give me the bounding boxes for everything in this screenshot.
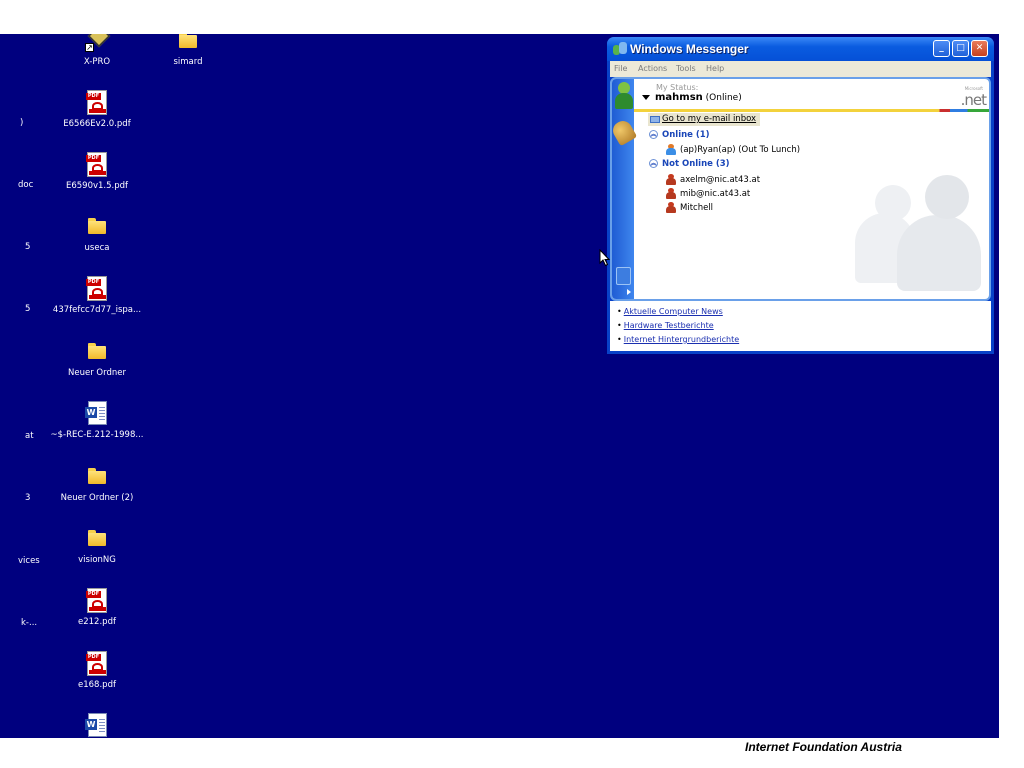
desktop-icon-label: ~$-REC-E.212-1998... <box>50 430 144 440</box>
desktop-icon-label: Neuer Ordner <box>68 368 126 378</box>
contact-mib[interactable]: mib@nic.at43.at <box>666 188 750 199</box>
expand-tabs-icon[interactable] <box>627 289 631 295</box>
contacts-panel: My Status: mahmsn (Online) Microsoft .ne… <box>610 77 991 301</box>
my-status-label: My Status: <box>656 83 699 92</box>
status-selector[interactable]: mahmsn (Online) <box>642 92 742 103</box>
desktop-label-fragment[interactable]: 5 <box>25 304 30 314</box>
folder-icon <box>172 34 204 54</box>
desktop-icon-neuer-ordner[interactable]: Neuer Ordner <box>42 337 152 378</box>
desktop-label-fragment[interactable]: vices <box>18 556 40 566</box>
pdf-icon: PDF <box>81 274 113 302</box>
news-link-hardware[interactable]: Hardware Testberichte <box>617 321 714 330</box>
email-inbox-link[interactable]: Go to my e-mail inbox <box>648 113 761 126</box>
word-document-icon: W <box>81 711 113 738</box>
pdf-icon: PDF <box>81 586 113 614</box>
news-link-internet[interactable]: Internet Hintergrundberichte <box>617 335 739 344</box>
contact-ryan[interactable]: (ap)Ryan(ap) (Out To Lunch) <box>666 144 800 155</box>
desktop-icon-label: e212.pdf <box>78 617 116 627</box>
desktop-icon-e212[interactable]: PDF e212.pdf <box>42 586 152 627</box>
pdf-icon: PDF <box>81 88 113 116</box>
buddy-offline-icon <box>666 202 676 213</box>
username: mahmsn <box>655 92 703 103</box>
title-bar[interactable]: Windows Messenger _ □ ✕ <box>607 37 994 61</box>
messenger-tab-icon[interactable] <box>616 267 631 285</box>
messenger-buddies-icon <box>613 42 627 56</box>
desktop-icon-neuer-ordner-2[interactable]: Neuer Ordner (2) <box>42 462 152 503</box>
envelope-icon <box>650 116 660 123</box>
minimize-button[interactable]: _ <box>933 40 950 57</box>
window-title: Windows Messenger <box>630 42 749 56</box>
buddy-away-icon <box>666 144 676 155</box>
desktop-icon-useca[interactable]: useca <box>42 212 152 253</box>
desktop-icon-e6590[interactable]: PDF E6590v1.5.pdf <box>42 150 152 191</box>
pdf-icon: PDF <box>81 649 113 677</box>
desktop-icon-label: useca <box>84 243 110 253</box>
desktop-icon-rec-e212[interactable]: W ~$-REC-E.212-1998... <box>42 399 152 440</box>
desktop-label-fragment[interactable]: at <box>25 431 34 441</box>
group-online[interactable]: ︽ Online (1) <box>649 130 710 140</box>
desktop-icon-e6566[interactable]: PDF E6566Ev2.0.pdf <box>42 88 152 129</box>
messenger-window: Windows Messenger _ □ ✕ File Actions Too… <box>607 37 994 354</box>
buddies-watermark-icon <box>855 175 985 295</box>
desktop-label-fragment[interactable]: doc <box>18 180 33 190</box>
close-button[interactable]: ✕ <box>971 40 988 57</box>
online-status: (Online) <box>705 93 742 103</box>
tab-strip <box>612 79 638 299</box>
buddy-offline-icon <box>666 188 676 199</box>
pdf-icon: PDF <box>81 150 113 178</box>
chevron-down-icon <box>642 95 650 100</box>
desktop-icon-label: visionNG <box>78 555 116 565</box>
mouse-cursor-icon <box>599 249 611 267</box>
news-link-computer[interactable]: Aktuelle Computer News <box>617 307 723 316</box>
menu-file[interactable]: File <box>614 64 627 73</box>
group-not-online[interactable]: ︽ Not Online (3) <box>649 159 730 169</box>
desktop-icon-label: E6590v1.5.pdf <box>65 181 129 191</box>
desktop-icon-label: Neuer Ordner (2) <box>60 493 134 503</box>
desktop-icon-simard[interactable]: simard <box>133 34 243 67</box>
folder-icon <box>81 212 113 240</box>
desktop-icon-e168[interactable]: PDF e168.pdf <box>42 649 152 690</box>
footer-caption: Internet Foundation Austria <box>745 740 902 754</box>
xpro-shortcut-icon: ↗ <box>81 34 113 54</box>
menu-help[interactable]: Help <box>706 64 724 73</box>
user-avatar-icon[interactable] <box>615 82 633 112</box>
contact-mitchell[interactable]: Mitchell <box>666 202 713 213</box>
folder-icon <box>81 337 113 365</box>
folder-icon <box>81 524 113 552</box>
desktop-label-fragment[interactable]: 3 <box>25 493 30 503</box>
menu-bar: File Actions Tools Help <box>610 61 991 77</box>
maximize-button[interactable]: □ <box>952 40 969 57</box>
alerts-bell-icon[interactable] <box>612 117 638 147</box>
contact-axelm[interactable]: axelm@nic.at43.at <box>666 174 760 185</box>
desktop-label-fragment[interactable]: ) <box>20 118 23 128</box>
word-document-icon: W <box>81 399 113 427</box>
desktop-icon-437fefcc[interactable]: PDF 437fefcc7d77_ispa... <box>42 274 152 315</box>
desktop-icon-label: E6566Ev2.0.pdf <box>63 119 131 129</box>
news-links: Aktuelle Computer News Hardware Testberi… <box>610 301 991 351</box>
desktop-icon-label: 437fefcc7d77_ispa... <box>52 305 142 315</box>
desktop-icon-label: e168.pdf <box>78 680 116 690</box>
menu-actions[interactable]: Actions <box>638 64 667 73</box>
collapse-chevron-icon: ︽ <box>649 159 658 168</box>
net-logo: .net <box>960 91 987 109</box>
collapse-chevron-icon: ︽ <box>649 130 658 139</box>
desktop-icon-word-doc[interactable]: W <box>42 711 152 738</box>
buddy-offline-icon <box>666 174 676 185</box>
desktop-icon-label: simard <box>173 57 203 67</box>
brand-stripe <box>634 109 989 112</box>
desktop-label-fragment[interactable]: k-... <box>21 618 37 628</box>
menu-tools[interactable]: Tools <box>676 64 696 73</box>
desktop-label-fragment[interactable]: 5 <box>25 242 30 252</box>
folder-icon <box>81 462 113 490</box>
desktop-icon-visionng[interactable]: visionNG <box>42 524 152 565</box>
